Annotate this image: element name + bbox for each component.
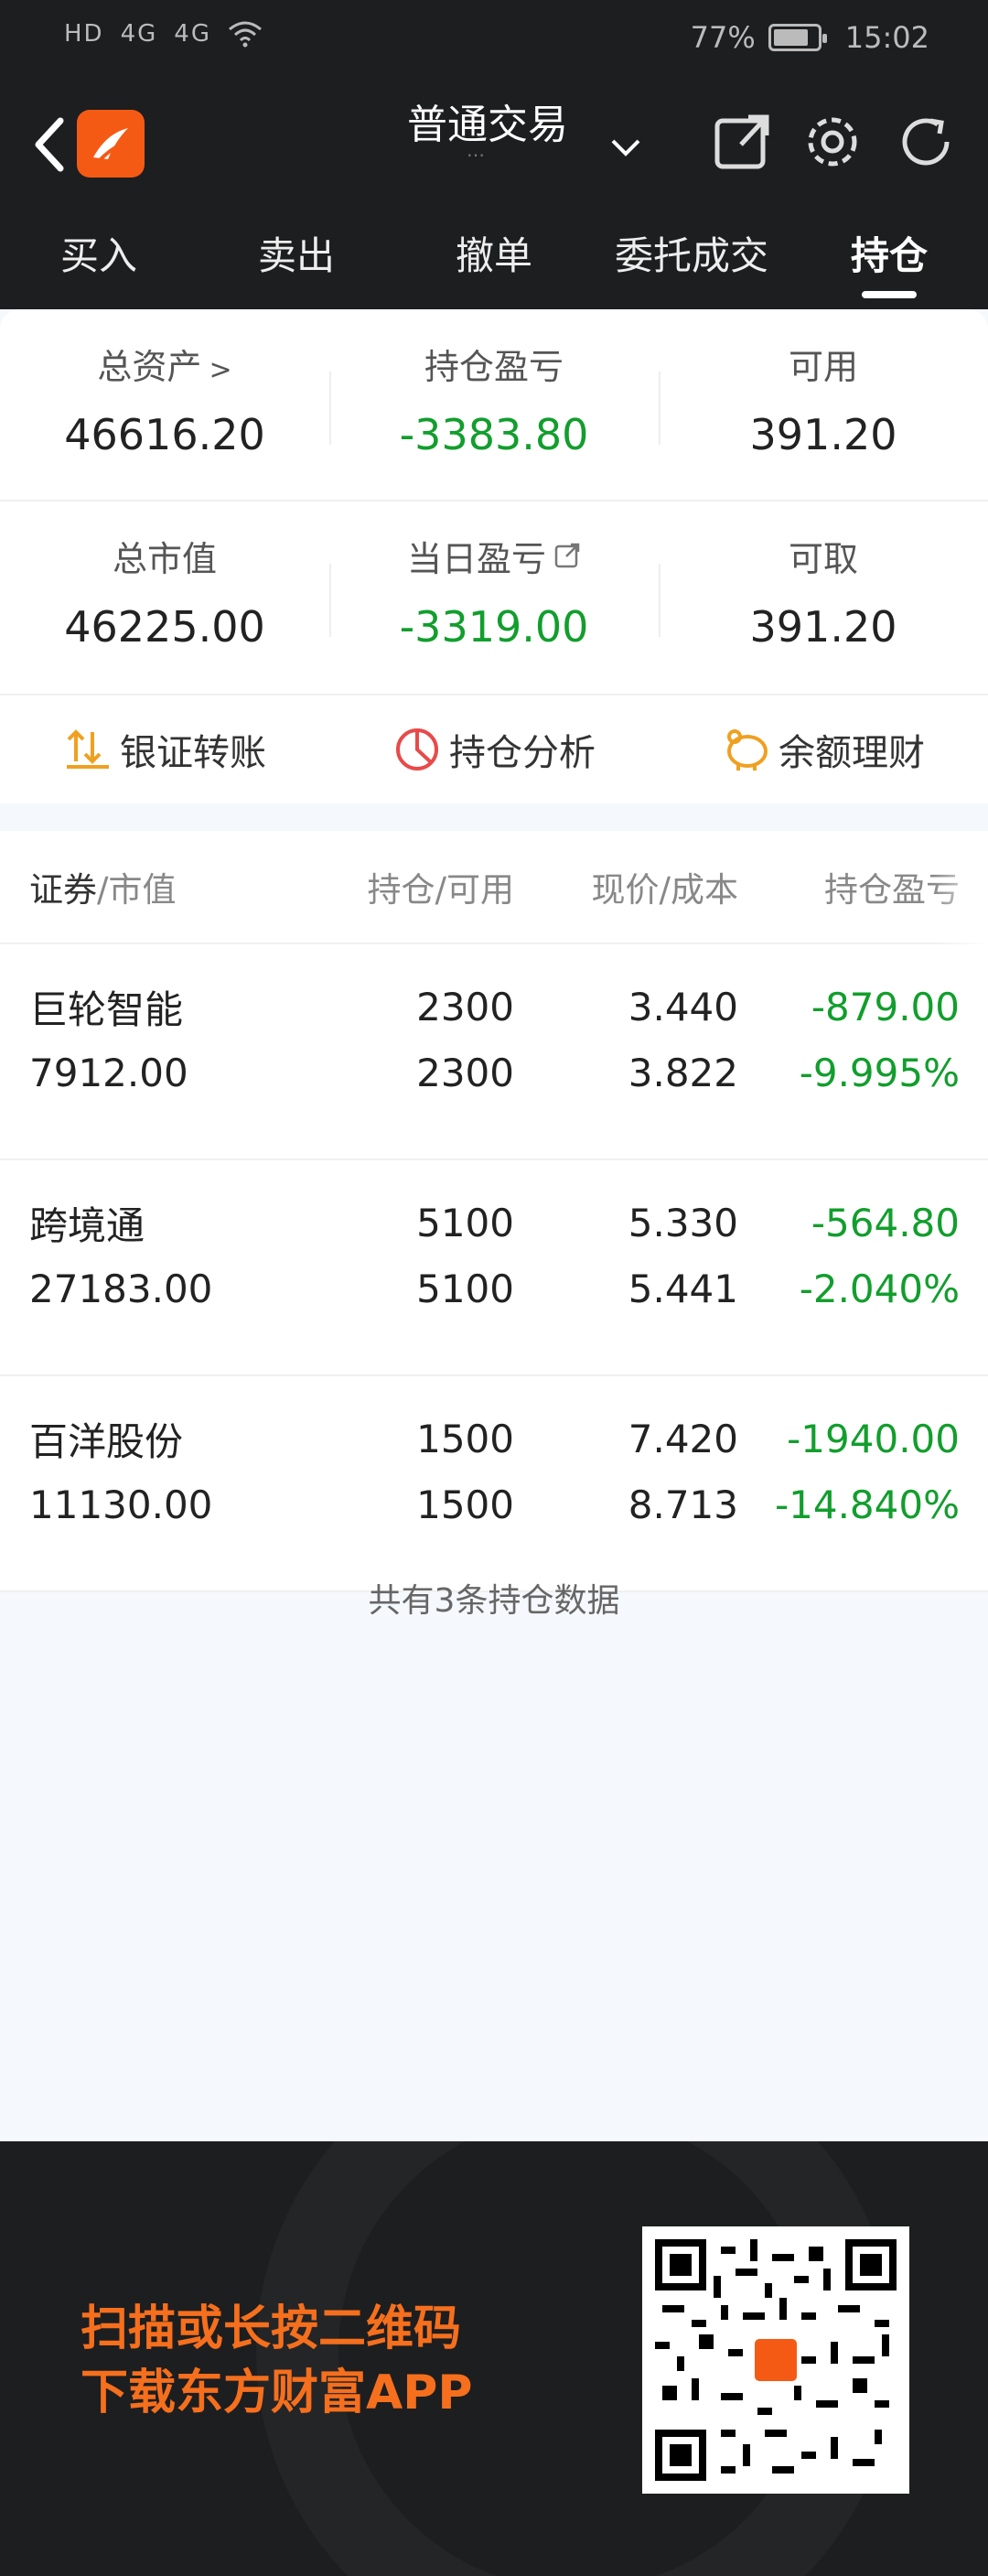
daily-pl-label: 当日盈亏 xyxy=(406,539,546,579)
quick-actions: 银证转账 持仓分析 余额理财 xyxy=(0,694,988,803)
pl-amount: -879.00 xyxy=(811,984,960,1029)
transfer-icon xyxy=(67,729,109,769)
position-analysis-button[interactable]: 持仓分析 xyxy=(329,695,659,803)
market-value: 27183.00 xyxy=(29,1266,213,1311)
positions-count: 共有3条持仓数据 xyxy=(368,1582,620,1620)
top-bar: HD 4G 4G 77% 15:02 普通交易 … 买入 卖出 撤单 委托成交 … xyxy=(0,0,988,309)
external-link-icon xyxy=(554,543,580,568)
battery-percent: 77% xyxy=(690,20,756,55)
table-header: 证券/市值 持仓/可用 现价/成本 持仓盈亏 xyxy=(0,831,988,944)
tab-buy[interactable]: 买入 xyxy=(0,220,198,309)
market-value: 总市值 46225.00 xyxy=(0,501,329,694)
qr-logo xyxy=(750,2334,801,2386)
page-title[interactable]: 普通交易 xyxy=(407,92,568,150)
tab-orders[interactable]: 委托成交 xyxy=(593,220,790,309)
position-qty: 2300 xyxy=(416,984,514,1029)
banner-line-1: 扫描或长按二维码 xyxy=(81,2301,462,2356)
current-price: 5.330 xyxy=(628,1200,738,1245)
position-analysis-label: 持仓分析 xyxy=(449,732,596,774)
header-price: 现价/成本 xyxy=(591,870,738,910)
nav-bar: 普通交易 … xyxy=(0,92,988,201)
table-row[interactable]: 百洋股份 1500 7.420 -1940.00 11130.00 1500 8… xyxy=(0,1406,988,1592)
market-value-value: 46225.00 xyxy=(64,602,265,652)
daily-pl-value: -3319.00 xyxy=(399,602,589,652)
available-qty: 5100 xyxy=(416,1266,514,1311)
position-pl-label: 持仓盈亏 xyxy=(424,347,564,387)
position-pl: 持仓盈亏 -3383.80 xyxy=(329,309,659,500)
balance-finance-label: 余额理财 xyxy=(779,732,925,774)
total-assets[interactable]: 总资产 > 46616.20 xyxy=(0,309,329,500)
bank-transfer-button[interactable]: 银证转账 xyxy=(0,695,329,803)
qr-code[interactable] xyxy=(642,2226,909,2494)
market-value: 11130.00 xyxy=(29,1482,213,1527)
position-pl-value: -3383.80 xyxy=(399,410,589,459)
share-icon[interactable] xyxy=(708,108,776,176)
header-position: 持仓/可用 xyxy=(367,870,514,910)
cost-price: 3.822 xyxy=(628,1050,738,1095)
daily-pl[interactable]: 当日盈亏 -3319.00 xyxy=(329,501,659,694)
total-assets-value: 46616.20 xyxy=(64,410,265,459)
pl-percent: -14.840% xyxy=(774,1482,960,1527)
available-value: 391.20 xyxy=(749,410,897,459)
balance-finance-button[interactable]: 余额理财 xyxy=(659,695,988,803)
available-label: 可用 xyxy=(788,347,858,387)
account-subtitle: … xyxy=(467,139,485,161)
cost-price: 5.441 xyxy=(628,1266,738,1311)
pl-amount: -1940.00 xyxy=(787,1416,960,1461)
piggy-bank-icon xyxy=(727,729,768,771)
bank-transfer-label: 银证转账 xyxy=(120,732,266,774)
market-value: 7912.00 xyxy=(29,1050,188,1095)
header-security: 证券 xyxy=(29,870,97,910)
hd-indicator: HD xyxy=(64,20,104,48)
header-market-value: /市值 xyxy=(97,870,177,910)
gear-icon[interactable] xyxy=(799,108,866,176)
cost-price: 8.713 xyxy=(628,1482,738,1527)
tab-positions[interactable]: 持仓 xyxy=(790,220,988,309)
section-gap xyxy=(0,803,988,831)
refresh-icon[interactable] xyxy=(892,108,960,176)
current-price: 7.420 xyxy=(628,1416,738,1461)
table-row[interactable]: 巨轮智能 2300 3.440 -879.00 7912.00 2300 3.8… xyxy=(0,974,988,1160)
stock-name: 百洋股份 xyxy=(29,1418,184,1464)
stock-name: 跨境通 xyxy=(29,1202,145,1248)
positions-table: 证券/市值 持仓/可用 现价/成本 持仓盈亏 巨轮智能 2300 3.440 -… xyxy=(0,831,988,1592)
back-arrow-icon[interactable] xyxy=(22,108,77,181)
withdrawable-label: 可取 xyxy=(788,539,858,579)
clock: 15:02 xyxy=(844,20,929,55)
battery-icon xyxy=(768,24,827,51)
available-qty: 1500 xyxy=(416,1482,514,1527)
market-value-label: 总市值 xyxy=(112,539,217,579)
logo-icon xyxy=(93,128,128,161)
stock-name: 巨轮智能 xyxy=(29,986,184,1032)
available-qty: 2300 xyxy=(416,1050,514,1095)
trade-tabs: 买入 卖出 撤单 委托成交 持仓 xyxy=(0,220,988,309)
pie-chart-icon xyxy=(396,728,438,771)
signal-icon-2: 4G xyxy=(174,20,211,48)
chevron-right-icon: > xyxy=(209,354,232,386)
header-fade xyxy=(933,831,988,944)
wifi-icon xyxy=(229,21,262,48)
withdrawable-value: 391.20 xyxy=(749,602,897,652)
position-qty: 1500 xyxy=(416,1416,514,1461)
available: 可用 391.20 xyxy=(659,309,988,500)
header-pl: 持仓盈亏 xyxy=(824,870,960,910)
tab-sell[interactable]: 卖出 xyxy=(198,220,395,309)
position-qty: 5100 xyxy=(416,1200,514,1245)
chevron-down-icon[interactable] xyxy=(607,130,644,167)
withdrawable: 可取 391.20 xyxy=(659,501,988,694)
download-banner: 扫描或长按二维码 下载东方财富APP xyxy=(0,2141,988,2576)
status-bar: HD 4G 4G 77% 15:02 xyxy=(0,0,988,82)
app-logo[interactable] xyxy=(77,110,145,178)
total-assets-label: 总资产 xyxy=(97,347,202,387)
pl-amount: -564.80 xyxy=(811,1200,960,1245)
banner-line-2: 下载东方财富APP xyxy=(81,2366,473,2420)
summary-card: 总资产 > 46616.20 持仓盈亏 -3383.80 可用 391.20 总市… xyxy=(0,309,988,803)
pl-percent: -2.040% xyxy=(799,1266,960,1311)
current-price: 3.440 xyxy=(628,984,738,1029)
signal-icon-1: 4G xyxy=(120,20,158,48)
pl-percent: -9.995% xyxy=(799,1050,960,1095)
tab-cancel[interactable]: 撤单 xyxy=(395,220,593,309)
table-row[interactable]: 跨境通 5100 5.330 -564.80 27183.00 5100 5.4… xyxy=(0,1190,988,1376)
